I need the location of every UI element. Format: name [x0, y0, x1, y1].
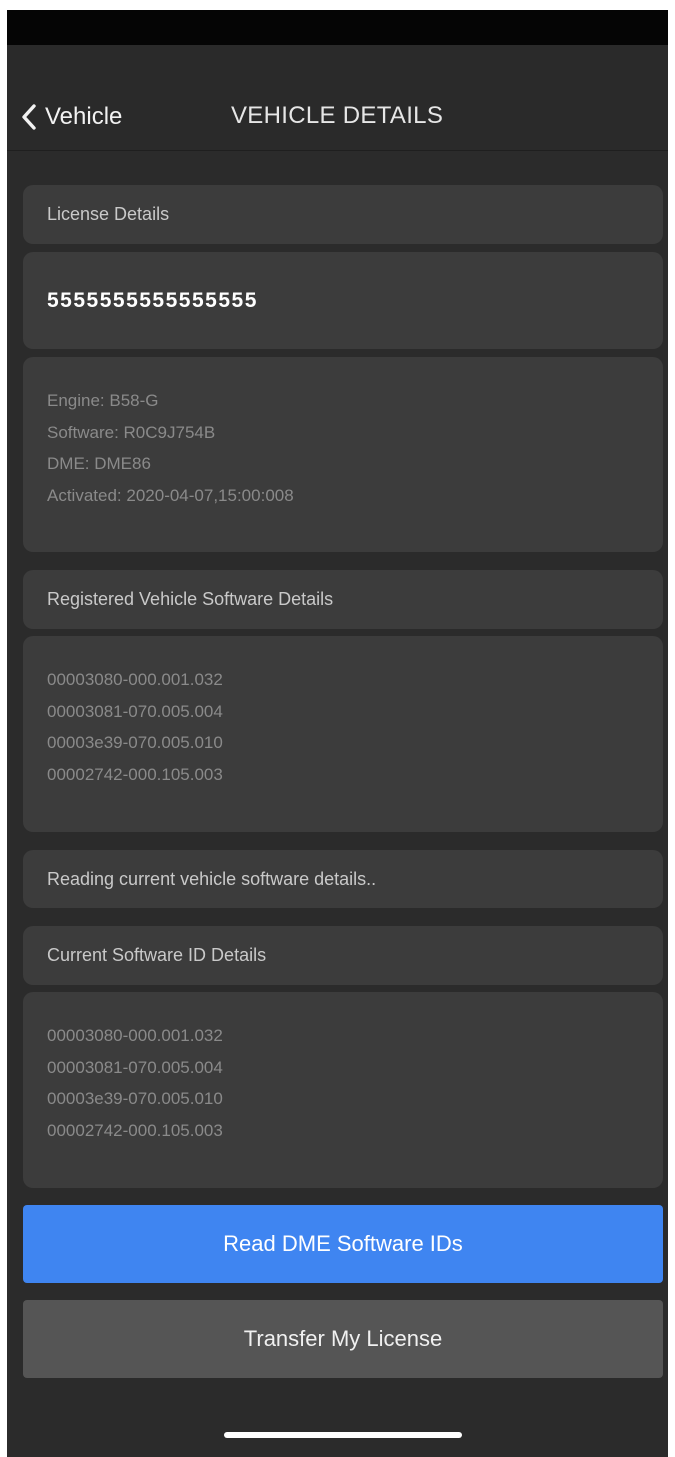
registered-software-list: 00003080-000.001.032 00003081-070.005.00…	[23, 636, 663, 832]
page-title: VEHICLE DETAILS	[231, 102, 444, 129]
list-item: 00003080-000.001.032	[47, 670, 223, 689]
read-dme-software-ids-button[interactable]: Read DME Software IDs	[23, 1205, 663, 1283]
software-line: Software: R0C9J754B	[47, 422, 216, 442]
engine-line: Engine: B58-G	[47, 391, 159, 410]
list-item: 00003080-000.001.032	[47, 1026, 223, 1045]
current-software-label: Current Software ID Details	[47, 945, 267, 965]
back-button[interactable]: Vehicle	[17, 97, 122, 137]
transfer-license-button[interactable]: Transfer My License	[23, 1300, 663, 1378]
current-software-list: 00003080-000.001.032 00003081-070.005.00…	[23, 992, 663, 1188]
license-details-header: License Details	[23, 185, 663, 244]
status-bar	[7, 10, 668, 45]
list-item: 00003e39-070.005.010	[47, 733, 223, 752]
list-item: 00003081-070.005.004	[47, 701, 223, 721]
list-item: 00002742-000.105.003	[47, 1120, 223, 1140]
list-item: 00003081-070.005.004	[47, 1057, 223, 1077]
engine-info-card: Engine: B58-G Software: R0C9J754B DME: D…	[23, 357, 663, 552]
activated-line: Activated: 2020-04-07,15:00:008	[47, 485, 294, 505]
list-item: 00002742-000.105.003	[47, 764, 223, 784]
list-item: 00003e39-070.005.010	[47, 1089, 223, 1108]
chevron-left-icon	[17, 103, 41, 131]
dme-line: DME: DME86	[47, 454, 151, 473]
registered-software-label: Registered Vehicle Software Details	[47, 589, 334, 609]
home-indicator	[224, 1432, 462, 1438]
registered-software-header: Registered Vehicle Software Details	[23, 570, 663, 629]
license-details-label: License Details	[47, 204, 170, 224]
back-label: Vehicle	[45, 103, 123, 130]
status-message: Reading current vehicle software details…	[47, 868, 377, 889]
current-software-header: Current Software ID Details	[23, 926, 663, 985]
license-number-card: 5555555555555555	[23, 252, 663, 349]
app-screen: Vehicle VEHICLE DETAILS License Details …	[7, 10, 668, 1457]
license-number: 5555555555555555	[47, 288, 258, 312]
navigation-bar: Vehicle VEHICLE DETAILS	[7, 45, 668, 151]
status-message-card: Reading current vehicle software details…	[23, 850, 663, 908]
